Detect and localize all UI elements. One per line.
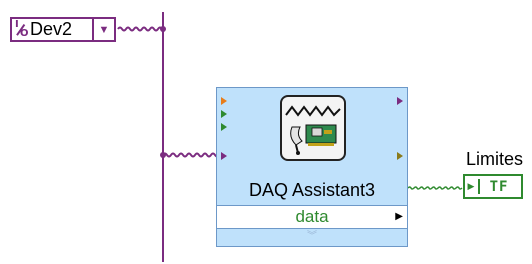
boolean-indicator[interactable]: ▶ TF xyxy=(463,174,523,199)
wire-boolean-out[interactable] xyxy=(407,186,463,190)
output-terminal-purple[interactable] xyxy=(397,97,403,105)
input-terminal-orange[interactable] xyxy=(221,97,227,105)
indicator-divider xyxy=(478,179,480,194)
wire-junction-mid xyxy=(160,152,166,158)
indicator-input-arrow-icon: ▶ xyxy=(467,181,475,191)
express-vi-title: DAQ Assistant3 xyxy=(248,180,376,200)
input-terminal-green-2[interactable] xyxy=(221,123,227,131)
device-name-constant[interactable]: IO Dev2 ▼ xyxy=(10,17,116,42)
boolean-indicator-value: TF xyxy=(489,178,509,195)
expand-chevron-icon[interactable]: ︾ xyxy=(217,229,407,245)
output-data-label: data xyxy=(295,207,329,226)
io-name-icon: IO xyxy=(15,19,29,39)
input-terminal-green-1[interactable] xyxy=(221,110,227,118)
dropdown-arrow-icon[interactable]: ▼ xyxy=(92,19,114,40)
device-name-value: Dev2 xyxy=(30,19,73,39)
input-terminal-purple[interactable] xyxy=(221,152,227,160)
output-arrow-icon: ▶ xyxy=(395,211,403,222)
output-terminal-olive[interactable] xyxy=(397,152,403,160)
indicator-label: Limites xyxy=(466,149,524,169)
output-data-terminal[interactable]: data ▶ xyxy=(217,205,407,229)
daq-assistant-express-vi[interactable]: DAQ Assistant3 data ▶ ︾ xyxy=(216,87,408,247)
daq-assistant-icon xyxy=(280,95,346,161)
wire-junction-top xyxy=(160,26,166,32)
wire-dev2-out[interactable] xyxy=(117,26,163,32)
